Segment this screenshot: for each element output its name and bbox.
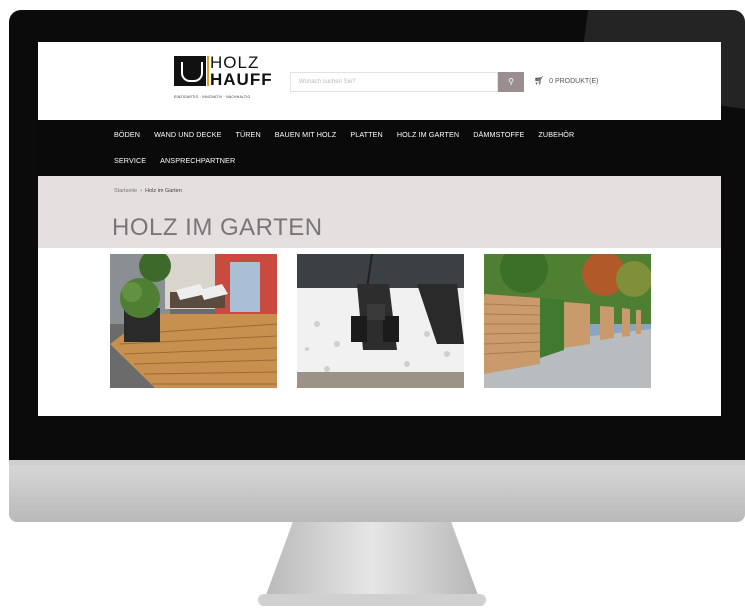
breadcrumb-separator: › [140, 188, 143, 194]
breadcrumb-current: Holz im Garten [145, 188, 182, 194]
breadcrumb: Startseite › Holz im Garten [114, 188, 182, 194]
nav-item-wand-und-decke[interactable]: WAND UND DECKE [154, 130, 221, 142]
nav-row-2: SERVICE ANSPRECHPARTNER [114, 156, 235, 168]
nav-item-zubehoer[interactable]: ZUBEHÖR [538, 130, 574, 142]
monitor-chin [9, 460, 745, 522]
breadcrumb-home[interactable]: Startseite [114, 188, 137, 194]
screen-bottom-edge [38, 416, 721, 426]
site-header: HOLZ HAUFF EINZIGARTIG · INNOVATIV · NAC… [38, 42, 721, 120]
category-banner: Startseite › Holz im Garten HOLZ IM GARTEN [38, 176, 721, 248]
logo-tagline: EINZIGARTIG · INNOVATIV · NACHHALTIG [174, 95, 251, 99]
nav-item-boeden[interactable]: BÖDEN [114, 130, 140, 142]
category-tiles [110, 254, 652, 388]
logo-mark-icon [174, 56, 206, 86]
tile-deck-image[interactable] [110, 254, 277, 388]
nav-item-ansprechpartner[interactable]: ANSPRECHPARTNER [160, 156, 235, 168]
cart-icon: 🛒︎ [534, 76, 545, 85]
nav-item-daemmstoffe[interactable]: DÄMMSTOFFE [473, 130, 524, 142]
tile-fence-image[interactable] [484, 254, 651, 388]
search-button[interactable]: ⚲ [498, 72, 524, 92]
logo-line2: HAUFF [210, 70, 273, 89]
nav-item-tueren[interactable]: TÜREN [235, 130, 260, 142]
nav-item-bauen-mit-holz[interactable]: BAUEN MIT HOLZ [275, 130, 337, 142]
browser-screen: HOLZ HAUFF EINZIGARTIG · INNOVATIV · NAC… [38, 42, 721, 426]
main-nav: BÖDEN WAND UND DECKE TÜREN BAUEN MIT HOL… [38, 120, 721, 176]
site-logo[interactable]: HOLZ HAUFF EINZIGARTIG · INNOVATIV · NAC… [174, 52, 284, 106]
nav-item-service[interactable]: SERVICE [114, 156, 146, 168]
cart-label: 0 PRODUKT(E) [549, 78, 599, 85]
monitor-chin-band [9, 460, 745, 466]
monitor-stand-base [258, 594, 486, 606]
nav-row-1: BÖDEN WAND UND DECKE TÜREN BAUEN MIT HOL… [114, 130, 574, 142]
search-icon: ⚲ [508, 77, 514, 86]
logo-accent-bar [207, 56, 209, 86]
search-input[interactable]: Wonach suchen Sie? [290, 72, 498, 92]
nav-item-platten[interactable]: PLATTEN [350, 130, 383, 142]
nav-item-holz-im-garten[interactable]: HOLZ IM GARTEN [397, 130, 459, 142]
cart-link[interactable]: 🛒︎ 0 PRODUKT(E) [534, 76, 599, 85]
tile-substructure-image[interactable] [297, 254, 464, 388]
logo-line1: HOLZ [210, 53, 260, 72]
page-title: HOLZ IM GARTEN [112, 214, 323, 241]
